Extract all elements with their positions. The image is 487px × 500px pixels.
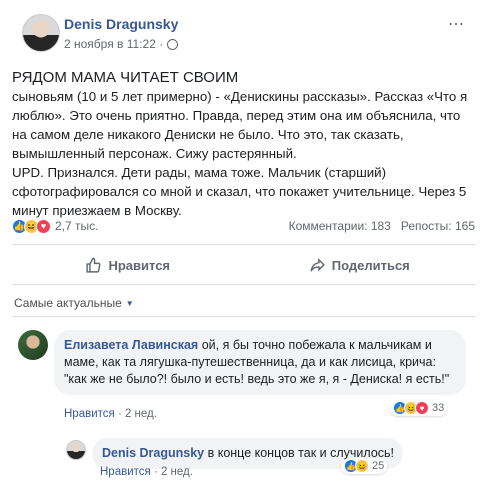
comments-sort-label: Самые актуальные [14,296,122,310]
love-reaction-icon: ♥ [415,401,429,415]
divider [12,316,475,317]
stats-right: Комментарии: 183 Репосты: 165 [289,219,475,233]
comment-reactions[interactable]: 👍 😆 ♥ 33 [390,400,448,416]
globe-icon [167,38,179,50]
share-label: Поделиться [331,257,410,273]
post-text-lead: РЯДОМ МАМА ЧИТАЕТ СВОИМ [12,69,239,86]
post-actions: Нравится Поделиться [12,248,475,282]
comment-bubble: Елизавета Лавинская ой, я бы точно побеж… [54,330,466,395]
comment-author[interactable]: Елизавета Лавинская [64,338,198,352]
post-text-update: UPD. Признался. Дети рады, мама тоже. Ма… [12,165,467,218]
like-label: Нравится [108,257,171,273]
share-button[interactable]: Поделиться [244,248,476,282]
post-text: РЯДОМ МАМА ЧИТАЕТ СВОИМ сыновьям (10 и 5… [12,68,477,220]
caret-down-icon: ▼ [125,298,134,308]
divider [12,244,475,245]
love-reaction-icon: ♥ [36,218,51,234]
author-name[interactable]: Denis Dragunsky [64,16,178,32]
reply-author-avatar[interactable] [66,440,86,460]
reply-like-link[interactable]: Нравится [100,466,151,478]
like-button[interactable]: Нравится [12,248,244,282]
author-avatar[interactable] [22,14,60,52]
comment-meta: Нравится · 2 нед. [64,408,157,420]
reply-meta: Нравится · 2 нед. [100,466,193,478]
reply-reactions-count: 25 [372,460,385,472]
reactions-count[interactable]: 2,7 тыс. [55,219,98,233]
reply-reactions[interactable]: 👍 😆 25 [341,458,388,474]
more-options-icon[interactable]: ⋯ [448,14,465,34]
post-date[interactable]: 2 ноября в 11:22 · [64,37,163,51]
share-icon [310,257,325,272]
comment-reactions-count: 33 [432,402,445,414]
reply-time[interactable]: · 2 нед. [151,466,193,478]
thumbs-up-icon [86,257,101,273]
comments-count[interactable]: Комментарии: 183 [289,219,391,233]
post-meta: 2 ноября в 11:22 · [64,37,179,51]
post-text-body: сыновьям (10 и 5 лет примерно) - «Дениск… [12,89,468,161]
divider [12,284,475,285]
comment-time[interactable]: · 2 нед. [115,408,157,420]
commenter-avatar[interactable] [18,330,48,360]
comment-like-link[interactable]: Нравится [64,408,115,420]
shares-count[interactable]: Репосты: 165 [401,219,475,233]
post-header: Denis Dragunsky 2 ноября в 11:22 · ⋯ [14,12,475,56]
haha-reaction-icon: 😆 [355,459,369,473]
post-stats: 👍 😆 ♥ 2,7 тыс. Комментарии: 183 Репосты:… [12,216,475,236]
reply-author[interactable]: Denis Dragunsky [102,446,204,460]
comments-sort-dropdown[interactable]: Самые актуальные ▼ [14,296,134,310]
reaction-summary[interactable]: 👍 😆 ♥ 2,7 тыс. [12,218,98,234]
